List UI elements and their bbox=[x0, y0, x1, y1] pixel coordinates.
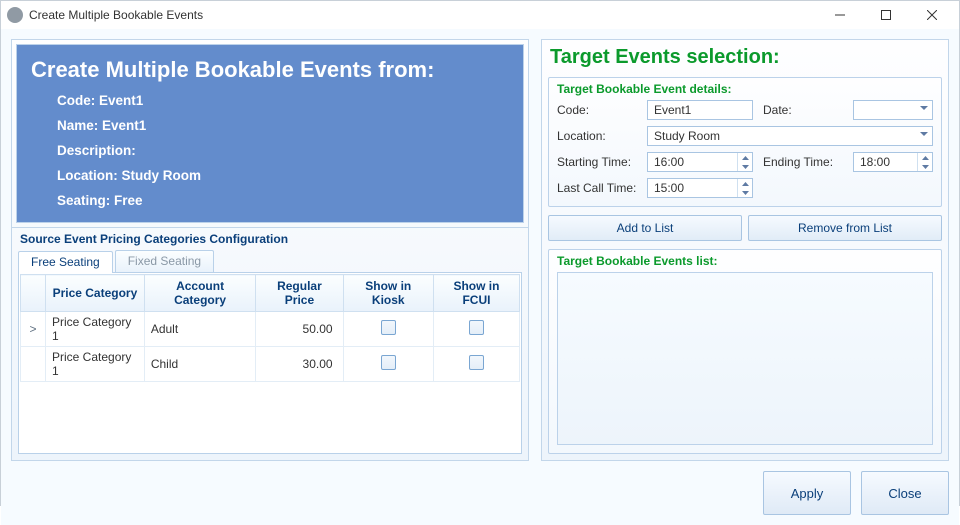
source-code-value: Event1 bbox=[99, 93, 143, 108]
source-seating-value: Free bbox=[114, 193, 143, 208]
spin-buttons[interactable] bbox=[737, 179, 752, 197]
spin-down-icon[interactable] bbox=[918, 162, 932, 171]
source-location-line: LocationStudy Room bbox=[57, 168, 509, 183]
spin-buttons[interactable] bbox=[737, 153, 752, 171]
target-events-list[interactable] bbox=[557, 272, 933, 445]
titlebar: Create Multiple Bookable Events bbox=[1, 1, 959, 29]
grid-header-row: Price Category Account Category Regular … bbox=[21, 275, 520, 312]
target-heading: Target Events selection: bbox=[550, 46, 942, 69]
target-details-group: Target Bookable Event details: Code: Eve… bbox=[548, 77, 942, 207]
label-date: Date: bbox=[763, 103, 843, 117]
pricing-section-title: Source Event Pricing Categories Configur… bbox=[12, 227, 528, 248]
remove-from-list-button[interactable]: Remove from List bbox=[748, 215, 942, 241]
checkbox-icon[interactable] bbox=[469, 320, 484, 335]
maximize-button[interactable] bbox=[863, 1, 909, 29]
close-dialog-button[interactable]: Close bbox=[861, 471, 949, 515]
target-panel: Target Events selection: Target Bookable… bbox=[541, 39, 949, 461]
spin-up-icon[interactable] bbox=[738, 153, 752, 162]
checkbox-icon[interactable] bbox=[381, 320, 396, 335]
spin-down-icon[interactable] bbox=[738, 188, 752, 197]
cell-regular-price[interactable]: 50.00 bbox=[256, 312, 343, 347]
spin-down-icon[interactable] bbox=[738, 162, 752, 171]
source-panel: Create Multiple Bookable Events from: Co… bbox=[11, 39, 529, 461]
source-description-line: Description bbox=[57, 143, 509, 158]
checkbox-icon[interactable] bbox=[381, 355, 396, 370]
source-location-value: Study Room bbox=[122, 168, 202, 183]
pricing-grid: Price Category Account Category Regular … bbox=[18, 272, 522, 454]
cell-regular-price[interactable]: 30.00 bbox=[256, 347, 343, 382]
footer: Apply Close bbox=[11, 471, 949, 515]
source-header: Create Multiple Bookable Events from: Co… bbox=[16, 44, 524, 223]
cell-price-category[interactable]: Price Category 1 bbox=[46, 347, 145, 382]
location-dropdown[interactable]: Study Room bbox=[647, 126, 933, 146]
grid-col-account-category[interactable]: Account Category bbox=[144, 275, 255, 312]
target-list-group: Target Bookable Events list: bbox=[548, 249, 942, 454]
label-code: Code: bbox=[557, 103, 637, 117]
source-code-line: CodeEvent1 bbox=[57, 93, 509, 108]
grid-row[interactable]: > Price Category 1 Adult 50.00 bbox=[21, 312, 520, 347]
app-icon bbox=[7, 7, 23, 23]
label-starting-time: Starting Time: bbox=[557, 155, 637, 169]
grid-col-show-fcui[interactable]: Show in FCUI bbox=[433, 275, 519, 312]
grid-row[interactable]: Price Category 1 Child 30.00 bbox=[21, 347, 520, 382]
tab-free-seating[interactable]: Free Seating bbox=[18, 251, 113, 273]
cell-show-fcui[interactable] bbox=[433, 312, 519, 347]
source-seating-line: SeatingFree bbox=[57, 193, 509, 208]
window-title: Create Multiple Bookable Events bbox=[29, 8, 203, 22]
starting-time-input[interactable]: 16:00 bbox=[647, 152, 753, 172]
minimize-button[interactable] bbox=[817, 1, 863, 29]
main-row: Create Multiple Bookable Events from: Co… bbox=[11, 39, 949, 461]
spin-buttons[interactable] bbox=[917, 153, 932, 171]
grid-row-marker bbox=[21, 347, 46, 382]
label-ending-time: Ending Time: bbox=[763, 155, 843, 169]
target-details-form: Code: Event1 Date: Location: Study Room … bbox=[549, 96, 941, 206]
target-buttons-row: Add to List Remove from List bbox=[548, 215, 942, 241]
add-to-list-button[interactable]: Add to List bbox=[548, 215, 742, 241]
last-call-time-input[interactable]: 15:00 bbox=[647, 178, 753, 198]
cell-show-kiosk[interactable] bbox=[343, 347, 433, 382]
target-details-title: Target Bookable Event details: bbox=[549, 78, 941, 96]
source-name-line: NameEvent1 bbox=[57, 118, 509, 133]
tab-fixed-seating[interactable]: Fixed Seating bbox=[115, 250, 214, 272]
label-last-call-time: Last Call Time: bbox=[557, 181, 637, 195]
app-window: Create Multiple Bookable Events Create M… bbox=[0, 0, 960, 506]
cell-account-category[interactable]: Adult bbox=[144, 312, 255, 347]
grid-row-marker: > bbox=[21, 312, 46, 347]
date-dropdown[interactable] bbox=[853, 100, 933, 120]
label-location: Location: bbox=[557, 129, 637, 143]
client-area: Create Multiple Bookable Events from: Co… bbox=[1, 29, 959, 525]
source-heading: Create Multiple Bookable Events from: bbox=[31, 57, 509, 83]
source-name-value: Event1 bbox=[102, 118, 146, 133]
grid-col-show-kiosk[interactable]: Show in Kiosk bbox=[343, 275, 433, 312]
spin-up-icon[interactable] bbox=[738, 179, 752, 188]
grid-empty-area bbox=[20, 382, 520, 452]
cell-price-category[interactable]: Price Category 1 bbox=[46, 312, 145, 347]
close-button[interactable] bbox=[909, 1, 955, 29]
grid-col-marker[interactable] bbox=[21, 275, 46, 312]
checkbox-icon[interactable] bbox=[469, 355, 484, 370]
cell-show-kiosk[interactable] bbox=[343, 312, 433, 347]
cell-account-category[interactable]: Child bbox=[144, 347, 255, 382]
target-list-title: Target Bookable Events list: bbox=[549, 250, 941, 268]
spin-up-icon[interactable] bbox=[918, 153, 932, 162]
apply-button[interactable]: Apply bbox=[763, 471, 851, 515]
cell-show-fcui[interactable] bbox=[433, 347, 519, 382]
code-input[interactable]: Event1 bbox=[647, 100, 753, 120]
ending-time-input[interactable]: 18:00 bbox=[853, 152, 933, 172]
grid-col-regular-price[interactable]: Regular Price bbox=[256, 275, 343, 312]
pricing-tabs: Free Seating Fixed Seating bbox=[12, 250, 528, 272]
grid-col-price-category[interactable]: Price Category bbox=[46, 275, 145, 312]
